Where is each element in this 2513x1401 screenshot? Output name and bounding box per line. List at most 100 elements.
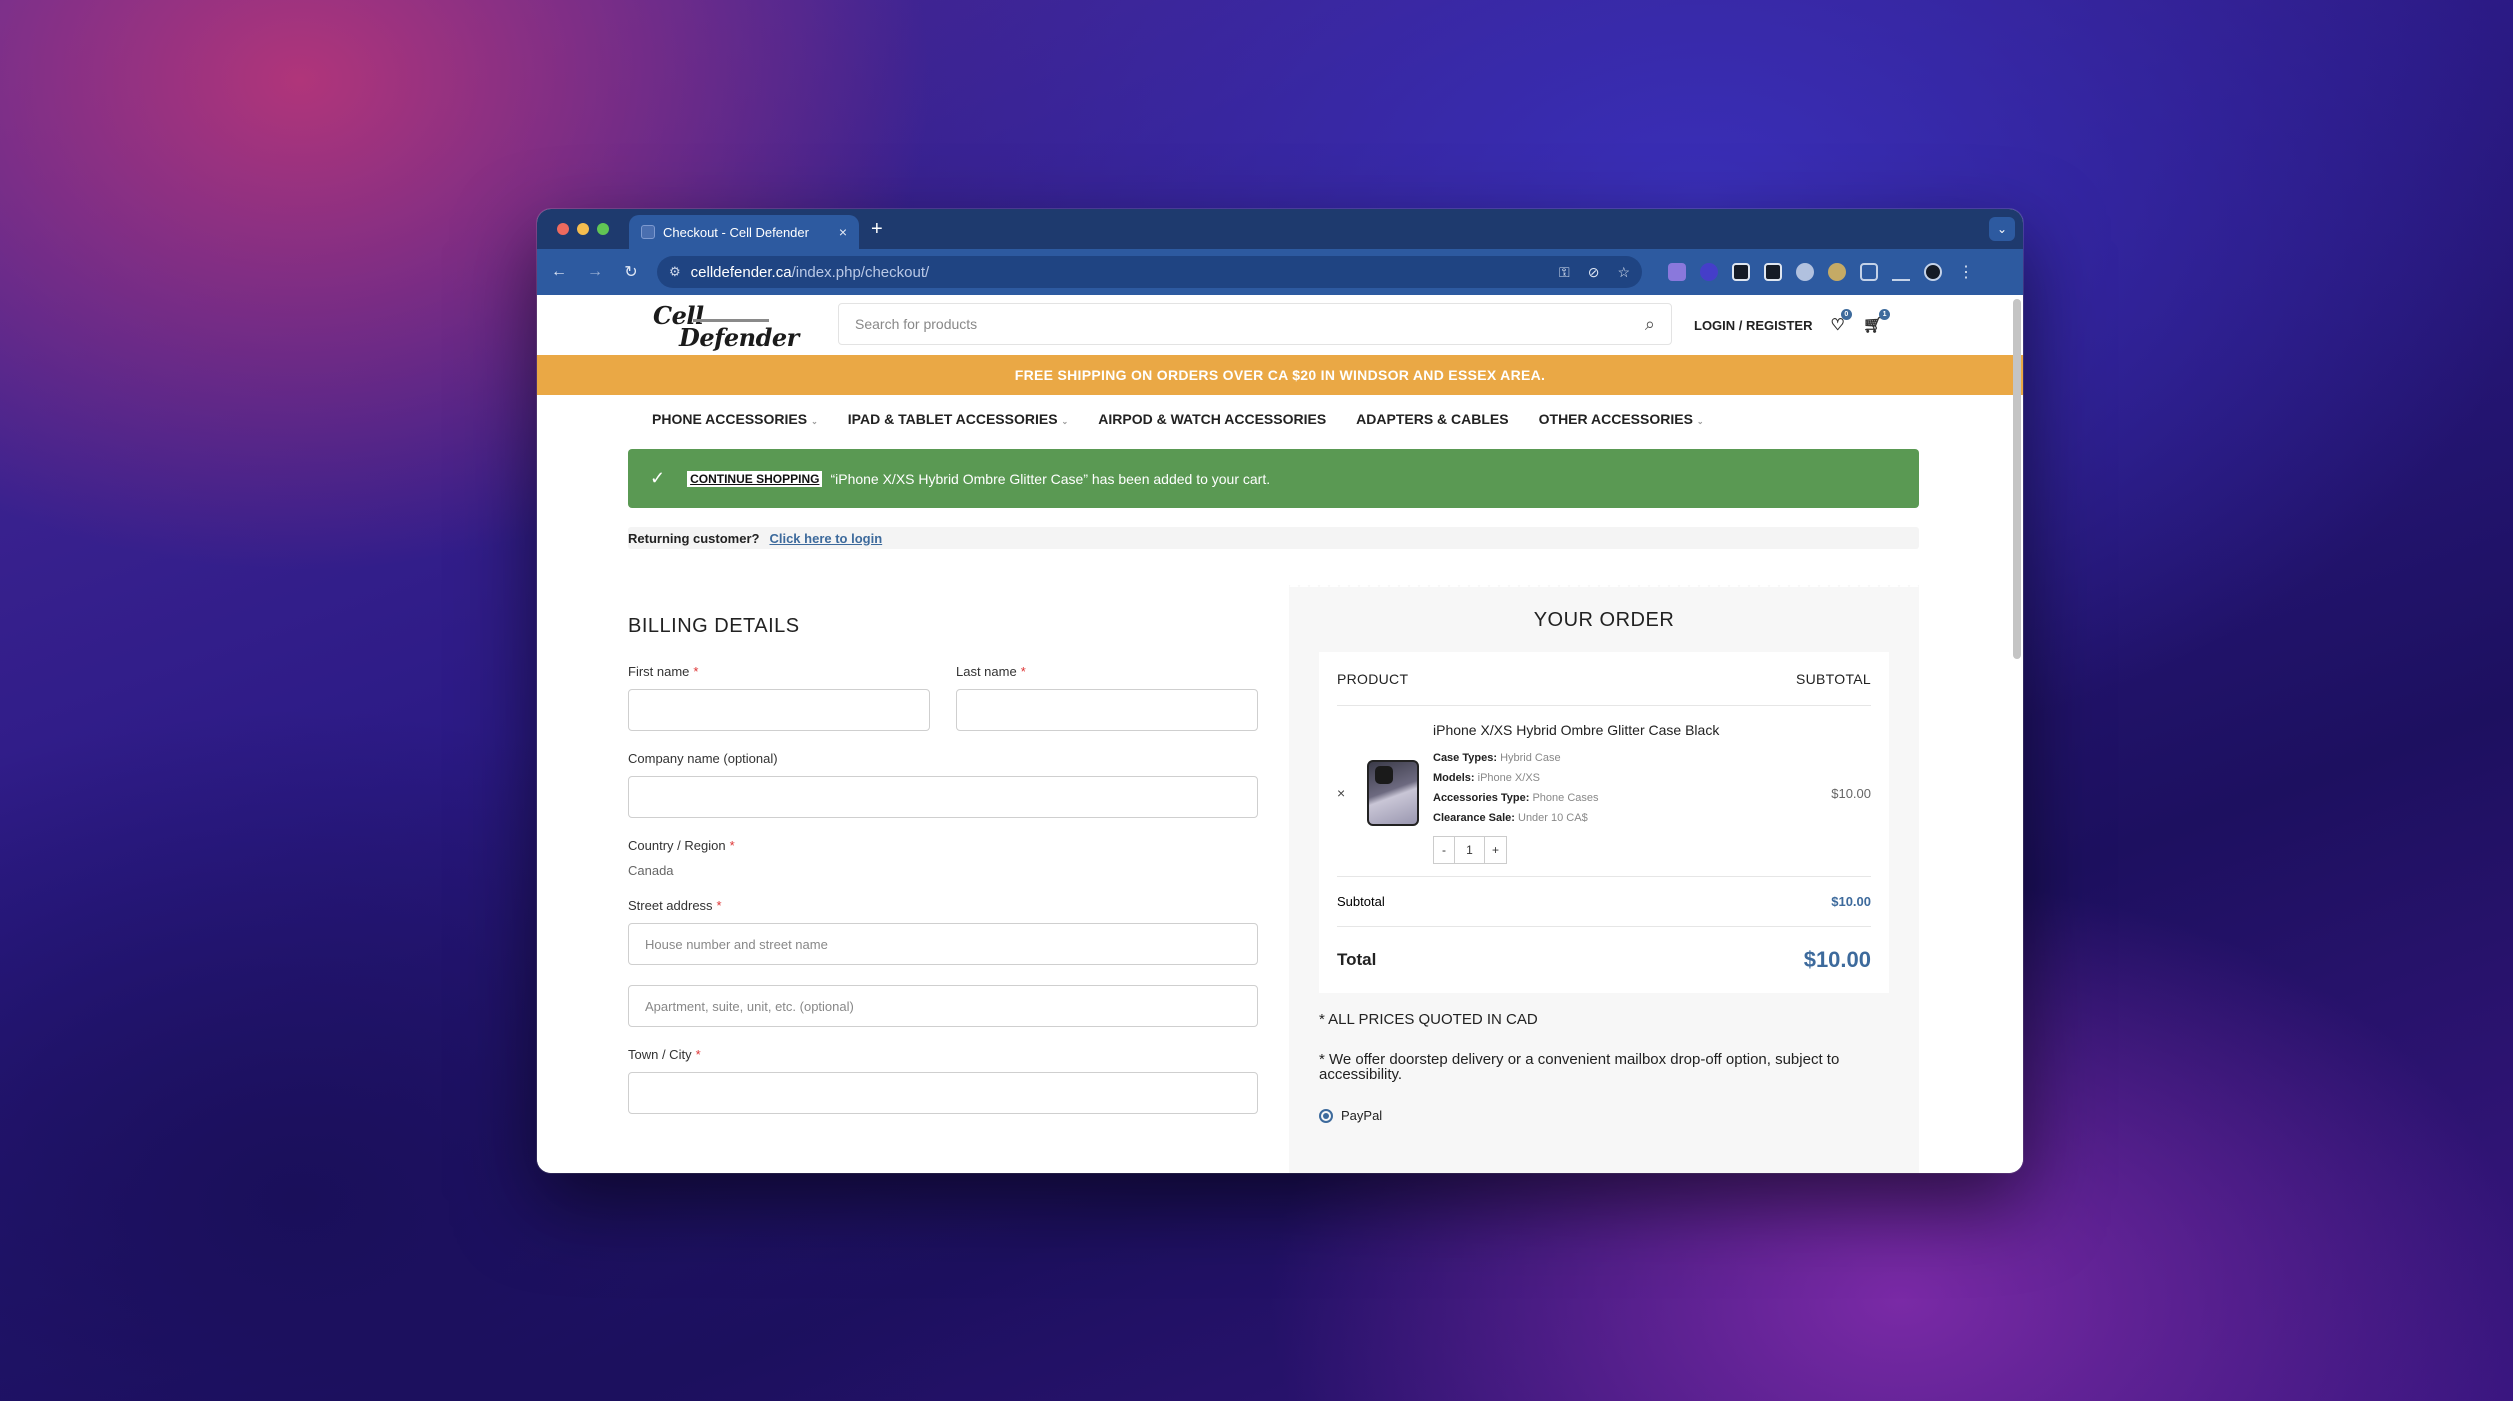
extension-icon-1[interactable] — [1668, 263, 1686, 281]
payment-option-paypal[interactable]: PayPal — [1319, 1108, 1889, 1123]
column-subtotal: SUBTOTAL — [1795, 670, 1871, 687]
reload-icon[interactable]: ↻ — [621, 262, 641, 282]
added-to-cart-notice: ✓ CONTINUE SHOPPING “iPhone X/XS Hybrid … — [628, 449, 1919, 508]
nav-airpod-watch-accessories[interactable]: AIRPOD & WATCH ACCESSORIES — [1098, 411, 1326, 427]
first-name-input[interactable] — [628, 689, 930, 731]
extension-icon-2[interactable] — [1700, 263, 1718, 281]
order-title: YOUR ORDER — [1533, 609, 1675, 631]
forward-arrow-icon[interactable]: → — [585, 263, 605, 281]
webpage: Cell Defender Search for products ⌕ LOGI… — [537, 295, 2023, 1173]
continue-shopping-button[interactable]: CONTINUE SHOPPING — [687, 470, 823, 487]
notice-message: “iPhone X/XS Hybrid Ombre Glitter Case” … — [830, 470, 1271, 487]
qty-input[interactable]: 1 — [1455, 836, 1485, 864]
street-address-field: Street address * House number and street … — [628, 898, 1258, 1027]
address-bar[interactable]: ⚙ celldefender.ca/index.php/checkout/ ⚿ … — [657, 256, 1642, 288]
tab-checkout[interactable]: Checkout - Cell Defender × — [629, 215, 859, 249]
remove-item-icon[interactable]: × — [1337, 785, 1367, 801]
chevron-down-icon: ⌄ — [811, 417, 818, 426]
back-arrow-icon[interactable]: ← — [549, 263, 569, 281]
search-icon[interactable]: ⌕ — [1645, 314, 1655, 335]
nav-other-accessories[interactable]: OTHER ACCESSORIES ⌄ — [1539, 411, 1704, 427]
login-register-link[interactable]: LOGIN / REGISTER — [1694, 318, 1812, 333]
cart-icon[interactable]: 🛒︎ 1 — [1863, 309, 1891, 335]
attr-clearance-sale: Clearance Sale: Under 10 CA$ — [1433, 812, 1588, 824]
apartment-input[interactable]: Apartment, suite, unit, etc. (optional) — [628, 985, 1258, 1027]
notion-icon[interactable] — [1732, 263, 1750, 281]
company-input[interactable] — [628, 776, 1258, 818]
tab-title: Checkout - Cell Defender — [663, 224, 809, 240]
total-label: Total — [1337, 950, 1377, 969]
product-search-input[interactable]: Search for products ⌕ — [838, 303, 1672, 345]
returning-customer-text: Returning customer? — [628, 530, 760, 546]
paypal-radio[interactable] — [1319, 1108, 1333, 1123]
last-name-input[interactable] — [956, 689, 1258, 731]
tab-bar: Checkout - Cell Defender × + ⌄ — [537, 209, 2023, 249]
product-name: iPhone X/XS Hybrid Ombre Glitter Case Bl… — [1433, 722, 1720, 738]
tab-search-chevron-icon[interactable]: ⌄ — [1989, 217, 2015, 241]
nav-phone-accessories[interactable]: PHONE ACCESSORIES ⌄ — [652, 411, 818, 427]
delivery-note: * We offer doorstep delivery or a conven… — [1319, 1051, 1840, 1083]
profile-avatar[interactable] — [1924, 263, 1942, 281]
new-tab-button[interactable]: + — [871, 218, 883, 241]
qty-increase-button[interactable]: + — [1485, 836, 1507, 864]
attr-accessories-type: Accessories Type: Phone Cases — [1433, 792, 1599, 804]
free-shipping-banner: FREE SHIPPING ON ORDERS OVER CA $20 IN W… — [537, 355, 2023, 395]
subtotal-label: Subtotal — [1337, 894, 1385, 909]
attr-models: Models: iPhone X/XS — [1433, 772, 1540, 784]
minimize-window-button[interactable] — [577, 223, 589, 235]
tab-close-icon[interactable]: × — [839, 224, 847, 240]
extensions-area: ⋮ — [1668, 262, 1976, 282]
cad-note: * ALL PRICES QUOTED IN CAD — [1319, 1011, 1538, 1028]
attr-case-types: Case Types: Hybrid Case — [1433, 752, 1561, 764]
login-link[interactable]: Click here to login — [769, 531, 882, 546]
city-input[interactable] — [628, 1072, 1258, 1114]
nav-ipad-tablet-accessories[interactable]: IPAD & TABLET ACCESSORIES ⌄ — [848, 411, 1068, 427]
browser-window: Checkout - Cell Defender × + ⌄ ← → ↻ ⚙ c… — [537, 209, 2023, 1173]
street-address-label: Street address — [628, 898, 713, 913]
quantity-stepper: - 1 + — [1433, 836, 1831, 864]
first-name-field: First name * — [628, 664, 930, 731]
extension-icon-4[interactable] — [1796, 263, 1814, 281]
reading-list-icon[interactable] — [1892, 263, 1910, 281]
order-table: PRODUCT SUBTOTAL × iPhone X/XS Hybrid Om… — [1319, 652, 1889, 993]
password-key-icon[interactable]: ⚿ — [1559, 264, 1570, 281]
close-window-button[interactable] — [557, 223, 569, 235]
order-table-header: PRODUCT SUBTOTAL — [1337, 652, 1871, 706]
company-label: Company name (optional) — [628, 751, 778, 766]
browser-menu-icon[interactable]: ⋮ — [1956, 262, 1976, 282]
required-marker: * — [1020, 664, 1026, 679]
street-address-input[interactable]: House number and street name — [628, 923, 1258, 965]
wishlist-heart-icon[interactable]: ♡ 0 — [1830, 309, 1852, 335]
subtotal-row: Subtotal $10.00 — [1337, 877, 1871, 927]
header-actions: LOGIN / REGISTER ♡ 0 🛒︎ 1 — [1694, 309, 1891, 335]
extensions-puzzle-icon[interactable] — [1860, 263, 1878, 281]
billing-details-form: BILLING DETAILS First name * Last name * C… — [628, 615, 1258, 1134]
extension-icon-5[interactable] — [1828, 263, 1846, 281]
item-price: $10.00 — [1831, 785, 1871, 801]
cart-count-badge: 1 — [1879, 309, 1891, 320]
city-field: Town / City * — [628, 1047, 1258, 1114]
chevron-down-icon: ⌄ — [1061, 417, 1069, 426]
url-text[interactable]: celldefender.ca/index.php/checkout/ — [691, 264, 1541, 281]
window-controls — [557, 223, 609, 235]
nav-adapters-cables[interactable]: ADAPTERS & CABLES — [1356, 411, 1508, 427]
site-logo[interactable]: Cell Defender — [653, 301, 799, 352]
maximize-window-button[interactable] — [597, 223, 609, 235]
qty-decrease-button[interactable]: - — [1433, 836, 1455, 864]
browser-toolbar: ← → ↻ ⚙ celldefender.ca/index.php/checko… — [537, 249, 2023, 295]
main-navigation: PHONE ACCESSORIES ⌄ IPAD & TABLET ACCESSO… — [537, 395, 2023, 443]
column-product: PRODUCT — [1337, 670, 1409, 687]
last-name-field: Last name * — [956, 664, 1258, 731]
site-favicon-icon — [641, 225, 655, 239]
bookmark-star-icon[interactable]: ☆ — [1617, 264, 1630, 281]
country-label: Country / Region — [628, 838, 726, 853]
country-value: Canada — [628, 863, 674, 878]
eye-off-icon[interactable]: ⊘ — [1588, 264, 1600, 281]
site-info-icon[interactable]: ⚙ — [669, 264, 681, 280]
required-marker: * — [693, 664, 699, 679]
required-marker: * — [729, 838, 735, 853]
checkmark-icon: ✓ — [650, 468, 666, 488]
billing-title: BILLING DETAILS — [628, 615, 800, 637]
extension-icon-3[interactable] — [1764, 263, 1782, 281]
subtotal-value: $10.00 — [1831, 894, 1871, 909]
